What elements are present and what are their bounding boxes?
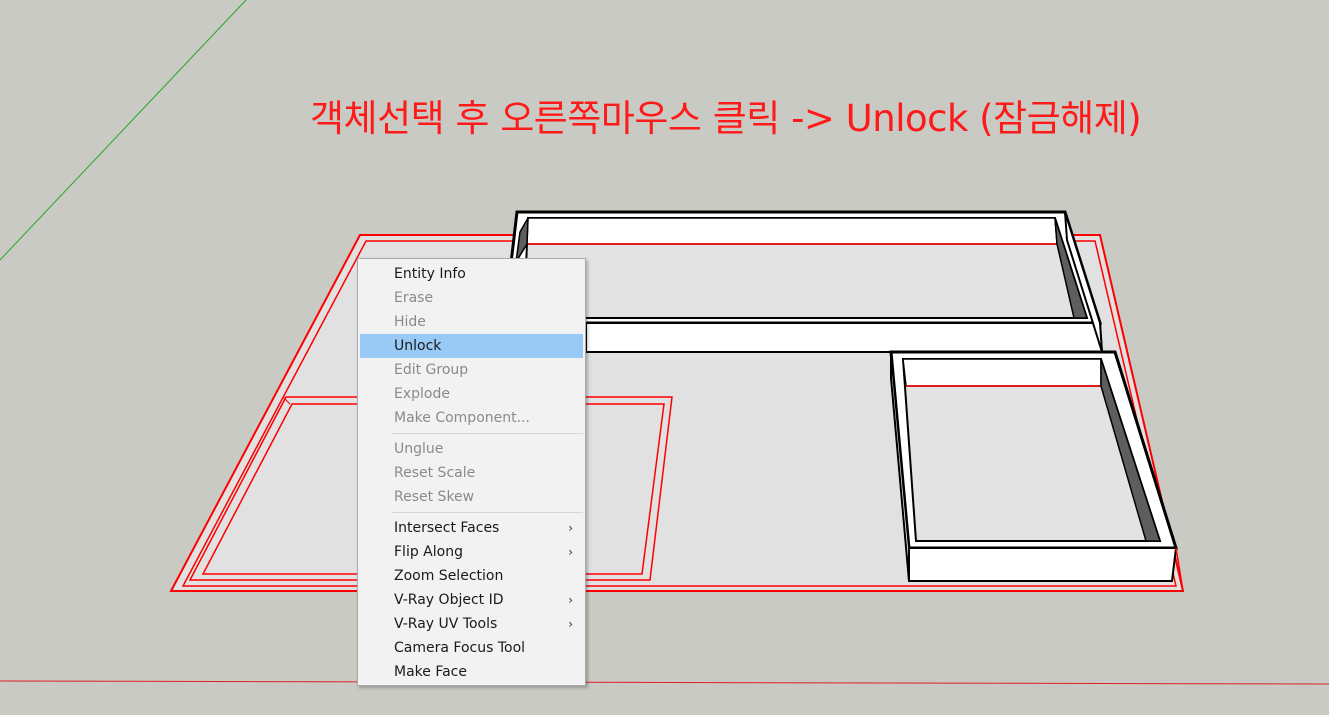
menu-item-label: Hide [394, 314, 426, 330]
menu-item-label: Flip Along [394, 544, 463, 560]
menu-item-zoom-selection[interactable]: Zoom Selection [360, 564, 583, 588]
chevron-right-icon: › [568, 545, 573, 559]
menu-item-entity-info[interactable]: Entity Info [360, 262, 583, 286]
context-menu[interactable]: Entity Info Erase Hide Unlock Edit Group Expl… [357, 258, 586, 686]
menu-item-v-ray-object-id[interactable]: V-Ray Object ID › [360, 588, 583, 612]
menu-item-label: V-Ray Object ID [394, 592, 504, 608]
menu-item-edit-group: Edit Group [360, 358, 583, 382]
menu-item-label: Erase [394, 290, 434, 306]
menu-item-make-face[interactable]: Make Face [360, 660, 583, 684]
menu-item-label: Zoom Selection [394, 568, 504, 584]
menu-item-label: Intersect Faces [394, 520, 500, 536]
menu-item-label: Make Face [394, 664, 467, 680]
menu-item-label: V-Ray UV Tools [394, 616, 498, 632]
red-axis-line [0, 680, 1329, 685]
menu-item-unglue: Unglue [360, 437, 583, 461]
menu-item-unlock[interactable]: Unlock [360, 334, 583, 358]
menu-item-hide: Hide [360, 310, 583, 334]
menu-item-label: Explode [394, 386, 450, 402]
menu-item-label: Unlock [394, 338, 442, 354]
menu-separator [392, 512, 583, 513]
menu-item-label: Reset Scale [394, 465, 476, 481]
menu-item-v-ray-uv-tools[interactable]: V-Ray UV Tools › [360, 612, 583, 636]
menu-item-camera-focus-tool[interactable]: Camera Focus Tool [360, 636, 583, 660]
chevron-right-icon: › [568, 617, 573, 631]
menu-item-flip-along[interactable]: Flip Along › [360, 540, 583, 564]
menu-item-erase: Erase [360, 286, 583, 310]
menu-item-reset-scale: Reset Scale [360, 461, 583, 485]
menu-item-explode: Explode [360, 382, 583, 406]
back-frame-group[interactable] [502, 210, 1104, 353]
green-axis-line [0, 0, 247, 261]
menu-item-label: Make Component... [394, 410, 530, 426]
instruction-annotation: 객체선택 후 오른쪽마우스 클릭 -> Unlock (잠금해제) [310, 97, 1142, 140]
menu-item-intersect-faces[interactable]: Intersect Faces › [360, 516, 583, 540]
menu-item-label: Edit Group [394, 362, 469, 378]
menu-separator [392, 433, 583, 434]
chevron-right-icon: › [568, 521, 573, 535]
chevron-right-icon: › [568, 593, 573, 607]
menu-item-reset-skew: Reset Skew [360, 485, 583, 509]
menu-item-label: Reset Skew [394, 489, 475, 505]
menu-item-label: Camera Focus Tool [394, 640, 526, 656]
menu-item-make-component: Make Component... [360, 406, 583, 430]
right-box-group[interactable] [889, 350, 1184, 592]
menu-item-label: Entity Info [394, 266, 466, 282]
menu-item-label: Unglue [394, 441, 444, 457]
